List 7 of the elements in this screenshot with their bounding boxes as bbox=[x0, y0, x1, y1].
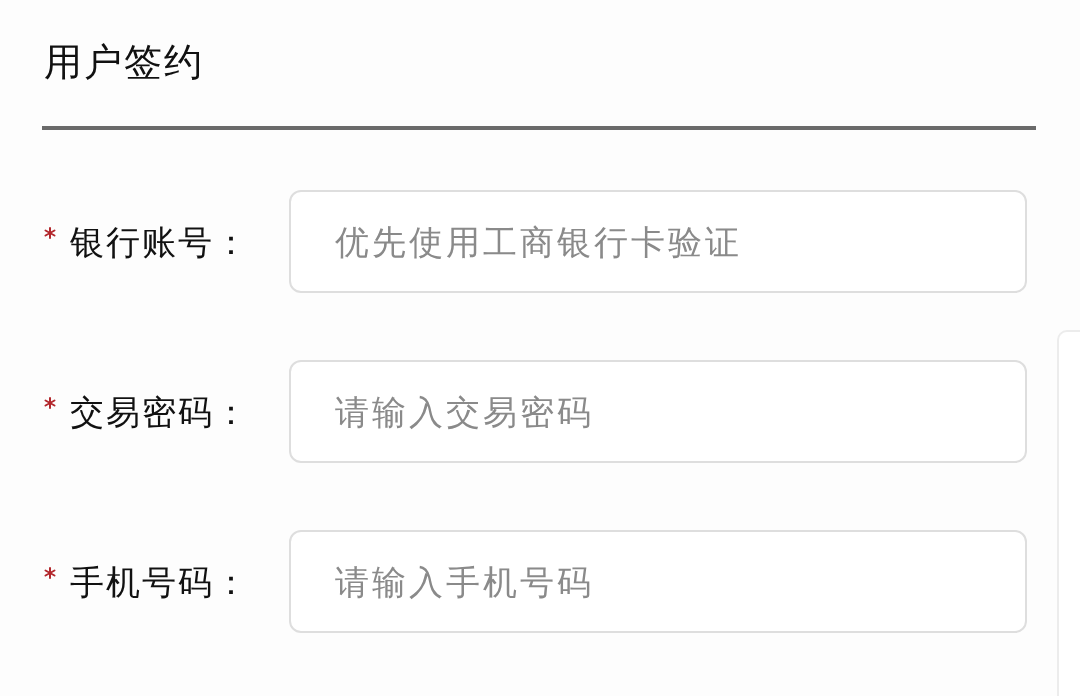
field-label: 手机号码： bbox=[70, 561, 250, 602]
page-title: 用户签约 bbox=[44, 40, 205, 84]
field-label: 交易密码： bbox=[70, 391, 250, 432]
field-label: 银行账号： bbox=[70, 221, 250, 262]
input-field[interactable]: 优先使用工商银行卡验证 bbox=[289, 190, 1027, 293]
input-field[interactable]: 请输入手机号码 bbox=[289, 530, 1027, 633]
input-field[interactable]: 请输入交易密码 bbox=[289, 360, 1027, 463]
